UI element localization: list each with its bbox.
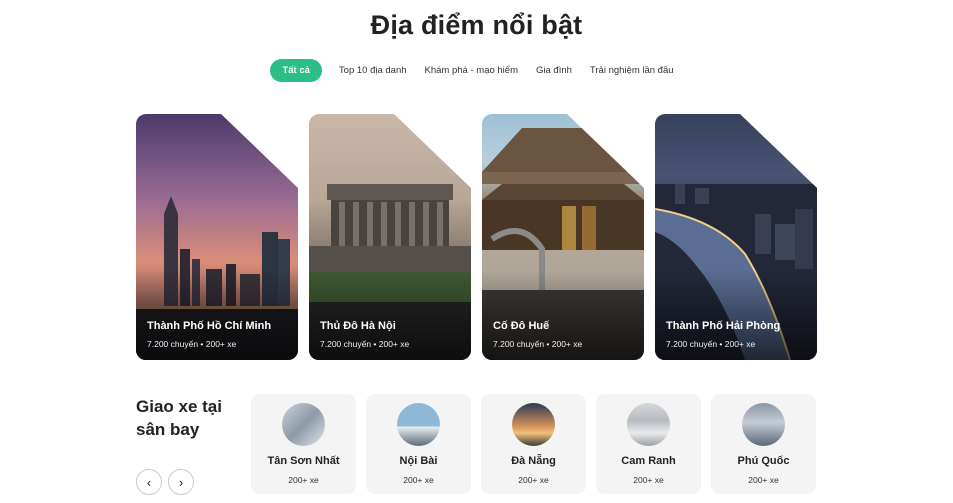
destination-name: Thành Phố Hồ Chí Minh [147,320,272,332]
airport-thumbnail [397,403,440,446]
tab-family[interactable]: Gia đình [527,59,581,82]
airport-thumbnail [742,403,785,446]
chevron-left-icon[interactable]: ‹ [136,469,162,495]
airport-thumbnail [282,403,325,446]
destination-card-hue[interactable]: Cố Đô Huế 7.200 chuyến • 200+ xe [482,114,644,360]
airport-card-tan-son-nhat[interactable]: Tân Sơn Nhất 200+ xe [251,394,356,494]
destination-card-haiphong[interactable]: Thành Phố Hải Phòng 7.200 chuyến • 200+ … [655,114,817,360]
airport-card-cam-ranh[interactable]: Cam Ranh 200+ xe [596,394,701,494]
destination-card-hanoi[interactable]: Thủ Đô Hà Nội 7.200 chuyến • 200+ xe [309,114,471,360]
airport-thumbnail [512,403,555,446]
airport-name: Cam Ranh [621,455,676,467]
destination-card-hcm[interactable]: Thành Phố Hồ Chí Minh 7.200 chuyến • 200… [136,114,298,360]
airport-count: 200+ xe [748,475,779,485]
page-title: Địa điểm nổi bật [370,10,583,40]
airport-count: 200+ xe [518,475,549,485]
airport-card-noi-bai[interactable]: Nội Bài 200+ xe [366,394,471,494]
destination-meta: 7.200 chuyến • 200+ xe [493,339,583,349]
airport-name: Phú Quốc [737,455,790,467]
chevron-right-icon[interactable]: › [168,469,194,495]
destination-meta: 7.200 chuyến • 200+ xe [147,339,237,349]
airport-card-phu-quoc[interactable]: Phú Quốc 200+ xe [711,394,816,494]
destination-name: Cố Đô Huế [493,320,550,332]
airport-count: 200+ xe [288,475,319,485]
airport-name: Nội Bài [399,455,438,467]
tab-adventure[interactable]: Khám phá - mạo hiểm [416,59,527,82]
destination-meta: 7.200 chuyến • 200+ xe [320,339,410,349]
airport-name: Đà Nẵng [511,455,556,467]
destination-meta: 7.200 chuyến • 200+ xe [666,339,756,349]
airport-list: Tân Sơn Nhất 200+ xe Nội Bài 200+ xe Đà … [251,394,816,494]
destination-name: Thủ Đô Hà Nội [320,320,396,332]
airport-thumbnail [627,403,670,446]
destination-cards: Thành Phố Hồ Chí Minh 7.200 chuyến • 200… [136,114,817,360]
airport-name: Tân Sơn Nhất [267,455,340,467]
airport-count: 200+ xe [633,475,664,485]
tab-first-experience[interactable]: Trải nghiệm lần đầu [581,59,683,82]
destination-name: Thành Phố Hải Phòng [666,320,781,332]
tab-top-10[interactable]: Top 10 địa danh [330,59,416,82]
airport-card-da-nang[interactable]: Đà Nẵng 200+ xe [481,394,586,494]
airport-section-title: Giao xe tại sân bay [136,397,222,439]
category-tabs: Tất cả Top 10 địa danh Khám phá - mạo hi… [0,59,953,82]
tab-all[interactable]: Tất cả [270,59,322,82]
airport-count: 200+ xe [403,475,434,485]
